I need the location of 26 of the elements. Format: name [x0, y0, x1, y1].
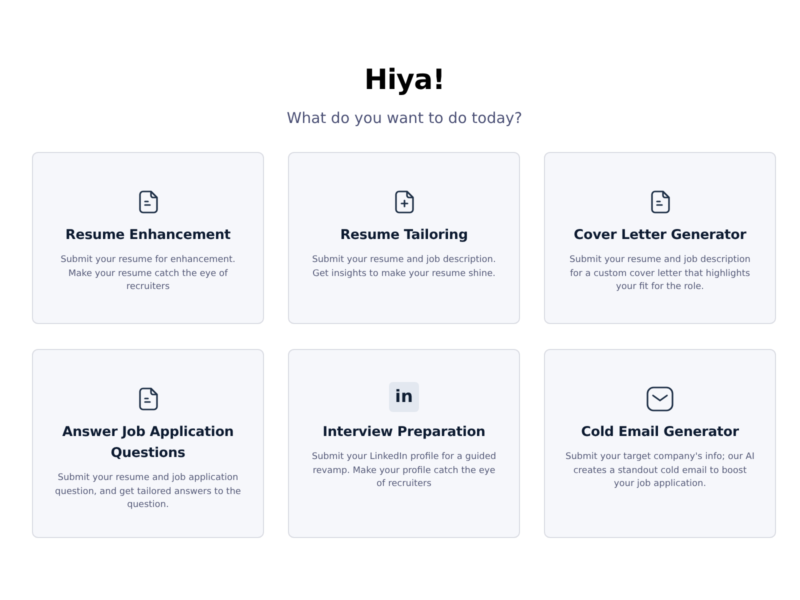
page-heading: Hiya! [363, 62, 446, 98]
document-icon [136, 190, 160, 214]
document-icon [136, 387, 160, 411]
option-card[interactable]: Answer Job Application Questions Submit your resume and job application question, and get tailored answers to the question. [32, 349, 264, 538]
card-description: Submit your resume for enhancement. Make your resume catch the eye of recruiters [60, 254, 236, 294]
option-card[interactable]: Resume Tailoring Submit your resume and job description. Get insights to make your resume shine. [288, 152, 520, 324]
card-description: Submit your resume and job application question, and get tailored answers to the question. [54, 472, 242, 512]
card-description: Submit your resume and job description for a custom cover letter that highlights your fit for the role. [568, 254, 752, 294]
page-subheading: What do you want to do today? [286, 108, 524, 128]
option-card[interactable]: Resume Enhancement Submit your resume for enhancement. Make your resume catch the eye of recruiters [32, 152, 264, 324]
profile-badge-icon: in [389, 382, 419, 412]
card-title: Resume Enhancement [65, 226, 231, 245]
card-title: Interview Preparation [322, 423, 486, 442]
card-description: Submit your target company's info; our AI creates a standout cold email to boost your job application. [565, 451, 755, 491]
option-card[interactable]: Cold Email Generator Submit your target company's info; our AI creates a standout cold email to boost your job application. [544, 349, 776, 538]
document-icon [648, 190, 672, 214]
card-title: Cold Email Generator [581, 423, 739, 442]
card-description: Submit your resume and job description. Get insights to make your resume shine. [311, 254, 497, 280]
envelope-icon [646, 386, 674, 412]
document-plus-icon [392, 190, 416, 214]
card-title: Answer Job Application Questions [61, 423, 235, 463]
option-card[interactable]: Cover Letter Generator Submit your resume and job description for a custom cover letter that highlights your fit for the role. [544, 152, 776, 324]
card-description: Submit your LinkedIn profile for a guided revamp. Make your profile catch the eye of recruiters [310, 451, 498, 491]
card-title: Cover Letter Generator [574, 226, 746, 245]
option-card[interactable]: in Interview Preparation Submit your LinkedIn profile for a guided revamp. Make your profile catch the eye of recruiters [288, 349, 520, 538]
card-title: Resume Tailoring [340, 226, 468, 245]
